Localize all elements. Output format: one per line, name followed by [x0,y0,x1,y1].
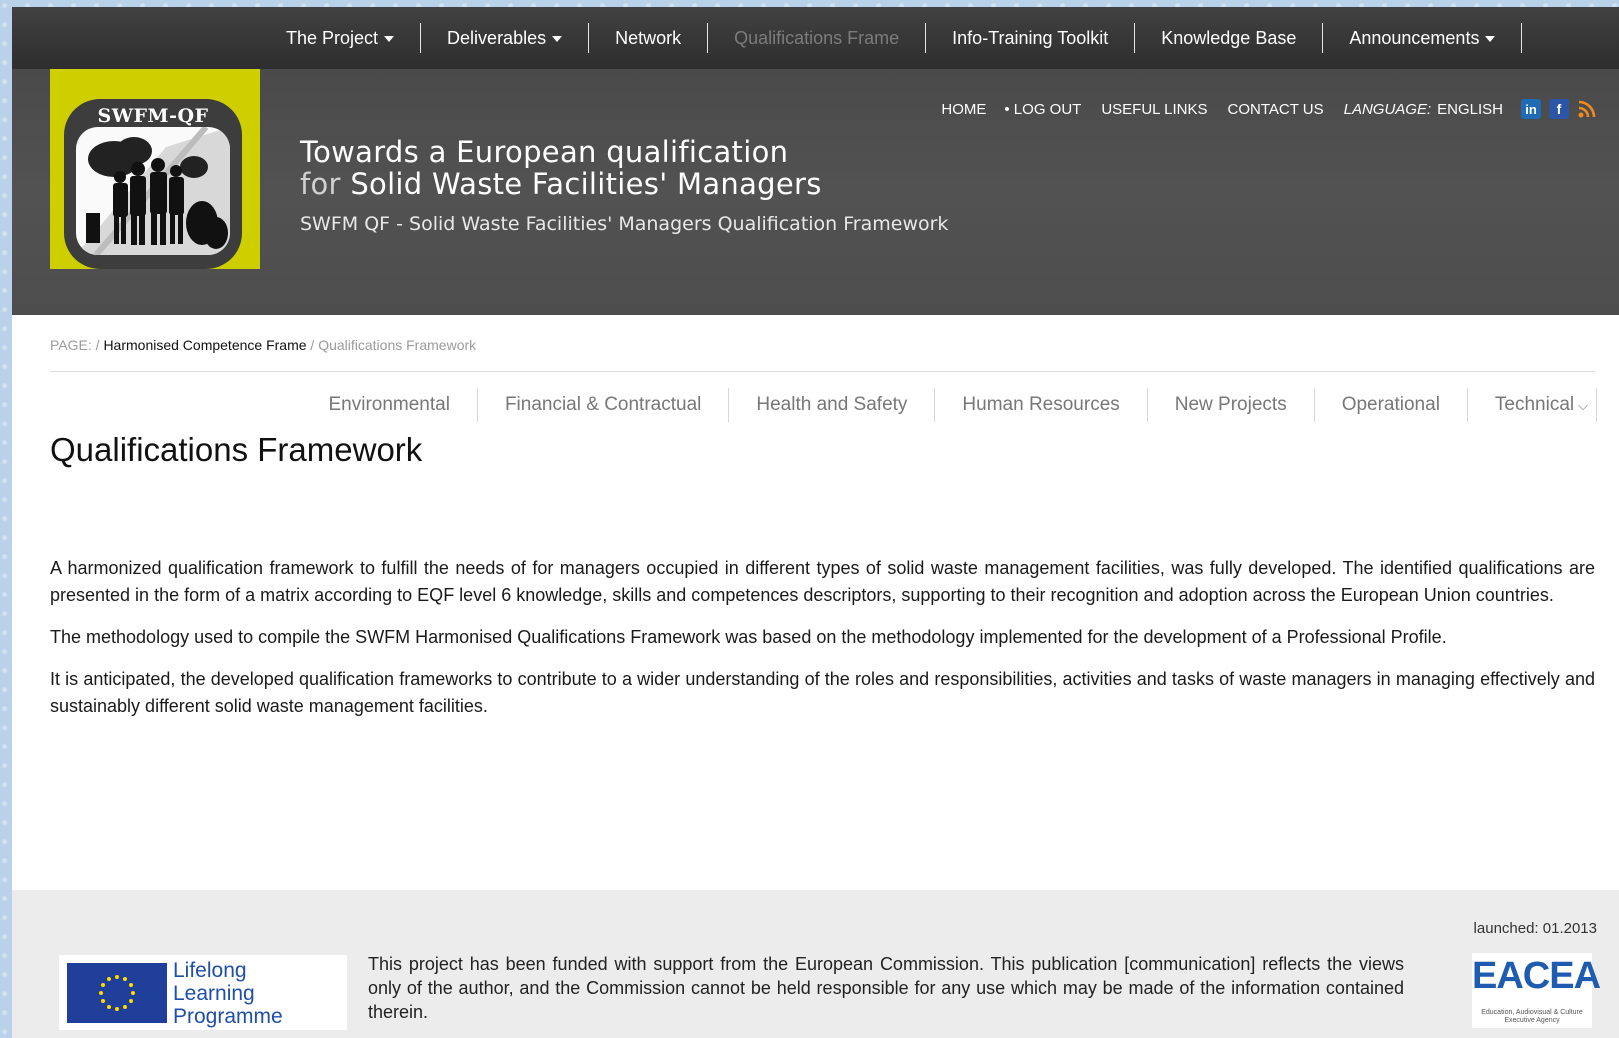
cat-human-resources[interactable]: Human Resources [935,388,1148,422]
main-content: A harmonized qualification framework to … [50,555,1595,735]
eacea-logo-text: EACEA [1472,955,1601,997]
useful-links-link[interactable]: USEFUL LINKS [1101,101,1207,118]
nav-announcements[interactable]: Announcements [1323,23,1523,53]
tagline-for: for [300,167,341,201]
page-title: Qualifications Framework [50,431,423,468]
logo-text: SWFM-QF [97,105,209,127]
divider [50,371,1595,372]
top-nav: The Project Deliverables Network Qualifi… [12,7,1619,69]
nav-label: Announcements [1349,28,1480,48]
language-selector[interactable]: ENGLISH [1437,101,1503,118]
nav-info-training-toolkit[interactable]: Info-Training Toolkit [926,23,1136,53]
eacea-logo-subtext: Education, Audiovisual & Culture Executi… [1481,1009,1583,1024]
tagline-line1: Towards a European qualification [300,135,789,169]
breadcrumb-prefix: PAGE: [50,337,92,353]
tagline-line2-text: Solid Waste Facilities' Managers [350,167,822,201]
facebook-icon[interactable]: f [1549,99,1569,119]
nav-label: Deliverables [447,28,547,48]
llp-line3: Programme [173,1005,283,1028]
nav-deliverables[interactable]: Deliverables [421,23,590,53]
breadcrumb-parent-link[interactable]: Harmonised Competence Frame [103,337,306,353]
cat-financial-contractual[interactable]: Financial & Contractual [478,388,730,422]
breadcrumb-separator: / [91,337,104,353]
tagline-line2: for Solid Waste Facilities' Managers [300,167,948,201]
language-label: LANGUAGE: [1343,100,1432,118]
site-logo[interactable]: SWFM-QF [64,99,242,269]
managers-silhouette-icon [76,127,230,255]
llp-text: Lifelong Learning Programme [173,959,283,1028]
eu-flag-icon [67,963,167,1023]
funding-disclaimer: This project has been funded with suppor… [368,954,1404,1022]
nav-label: Knowledge Base [1161,28,1297,48]
chevron-down-icon: ⌵ [1578,398,1588,413]
nav-network[interactable]: Network [589,23,709,53]
cat-health-safety[interactable]: Health and Safety [729,388,936,422]
nav-knowledge-base[interactable]: Knowledge Base [1135,23,1324,53]
nav-label: Info-Training Toolkit [952,28,1109,48]
rss-icon[interactable] [1577,99,1597,119]
nav-label: The Project [286,28,379,48]
cat-environmental[interactable]: Environmental [301,388,478,422]
nav-label: Qualifications Frame [734,28,900,48]
paragraph: It is anticipated, the developed qualifi… [50,669,1595,716]
site-tagline: Towards a European qualification for Sol… [300,135,948,235]
caret-down-icon [552,36,563,43]
site-header: SWFM-QF HOME • LOG OUT USEFUL LINKS CONT… [12,69,1619,315]
cat-technical[interactable]: Technical ⌵ [1468,388,1597,422]
site-footer: launched: 01.2013 Lifelong Learning Prog… [12,890,1619,1038]
breadcrumb: PAGE: / Harmonised Competence Frame / Qu… [50,337,476,353]
nav-qualifications-frame[interactable]: Qualifications Frame [708,23,927,53]
llp-line1: Lifelong [173,959,247,982]
cat-technical-label: Technical [1494,394,1575,415]
category-nav: Environmental Financial & Contractual He… [301,383,1597,427]
paragraph: A harmonized qualification framework to … [50,558,1595,605]
cat-new-projects[interactable]: New Projects [1148,388,1315,422]
caret-down-icon [1485,36,1496,43]
launched-date: launched: 01.2013 [1473,920,1597,937]
breadcrumb-separator: / [306,337,319,353]
social-icons: in f [1521,99,1597,119]
nav-the-project[interactable]: The Project [270,23,422,53]
logo-image [76,127,230,255]
cat-operational[interactable]: Operational [1315,388,1468,422]
utility-links: HOME • LOG OUT USEFUL LINKS CONTACT US L… [921,99,1597,119]
llp-line2: Learning [173,982,255,1005]
page: The Project Deliverables Network Qualifi… [12,7,1619,1038]
logout-link[interactable]: • LOG OUT [1004,101,1081,118]
contact-us-link[interactable]: CONTACT US [1227,101,1323,118]
site-subtitle: SWFM QF - Solid Waste Facilities' Manage… [300,213,949,235]
eacea-logo[interactable]: EACEA Education, Audiovisual & Culture E… [1472,953,1601,1028]
paragraph: The methodology used to compile the SWFM… [50,627,1447,647]
lifelong-learning-logo[interactable]: Lifelong Learning Programme [59,955,347,1030]
linkedin-icon[interactable]: in [1521,99,1541,119]
nav-label: Network [615,28,682,48]
caret-down-icon [384,36,395,43]
breadcrumb-current: Qualifications Framework [318,337,477,353]
home-link[interactable]: HOME [941,101,986,118]
